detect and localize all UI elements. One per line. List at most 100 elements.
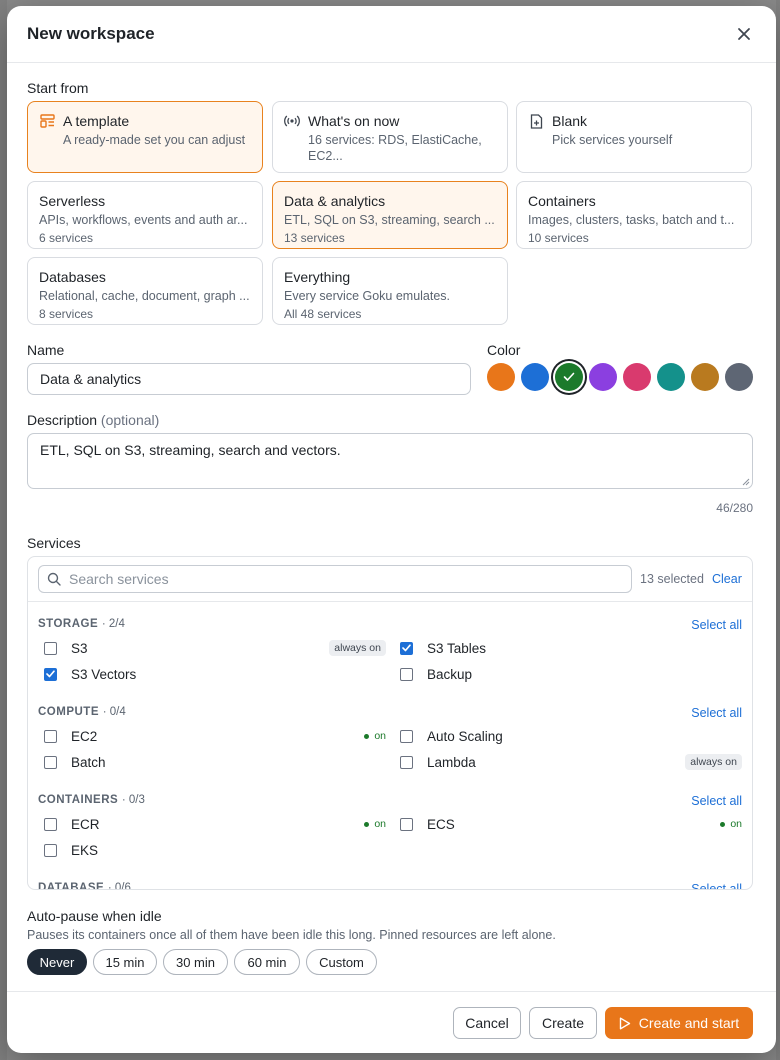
card-whats-on-now[interactable]: What's on now 16 services: RDS, ElastiCa… [272, 101, 508, 173]
check-icon [402, 644, 411, 652]
card-everything-count: All 48 services [284, 307, 362, 321]
card-template-desc: A ready-made set you can adjust [63, 133, 246, 147]
service-name: Auto Scaling [427, 728, 503, 744]
card-data-analytics[interactable]: Data & analytics ETL, SQL on S3, streami… [272, 181, 508, 249]
select-all-link[interactable]: Select all [691, 618, 742, 632]
color-swatch[interactable] [657, 363, 685, 391]
service-name: EC2 [71, 728, 98, 744]
running-indicator-label: on [730, 818, 742, 830]
service-item[interactable]: ECR on [44, 814, 386, 834]
search-icon [47, 572, 61, 586]
service-name: S3 Tables [427, 640, 487, 656]
card-containers[interactable]: Containers Images, clusters, tasks, batc… [516, 181, 752, 249]
check-icon [563, 372, 575, 381]
broadcast-icon [284, 113, 300, 129]
card-blank[interactable]: Blank Pick services yourself [516, 101, 752, 173]
selected-count: 13 selected [640, 572, 704, 586]
auto-pause-option[interactable]: Custom [306, 949, 377, 975]
service-item[interactable]: S3 Vectors [44, 664, 386, 684]
service-item[interactable]: S3 always on [44, 638, 386, 658]
auto-pause-option[interactable]: Never [27, 949, 87, 975]
service-item[interactable]: S3 Tables [400, 638, 742, 658]
status-dot-icon [364, 733, 370, 739]
service-group-heading: COMPUTE · 0/4 [38, 706, 126, 718]
auto-pause-title: Auto-pause when idle [27, 908, 162, 924]
card-serverless-title: Serverless [39, 193, 106, 209]
color-swatch[interactable] [521, 363, 549, 391]
status-dot-icon [720, 821, 726, 827]
auto-pause-option[interactable]: 15 min [93, 949, 157, 975]
auto-pause-option[interactable]: 60 min [234, 949, 300, 975]
template-icon [39, 113, 55, 129]
color-swatch[interactable] [589, 363, 617, 391]
card-containers-desc: Images, clusters, tasks, batch and t... [528, 213, 735, 227]
card-template-title: A template [63, 113, 130, 129]
name-input-value: Data & analytics [40, 371, 142, 387]
card-databases-title: Databases [39, 269, 106, 285]
service-item[interactable]: EC2 on [44, 726, 386, 746]
select-all-link[interactable]: Select all [691, 794, 742, 808]
card-serverless[interactable]: Serverless APIs, workflows, events and a… [27, 181, 263, 249]
service-item[interactable]: EKS [44, 840, 386, 860]
color-swatch[interactable] [487, 363, 515, 391]
service-checkbox[interactable] [44, 729, 57, 743]
card-databases-count: 8 services [39, 307, 94, 321]
color-swatch[interactable] [555, 363, 583, 391]
service-group-heading: STORAGE · 2/4 [38, 618, 125, 630]
description-char-count: 46/280 [716, 501, 753, 515]
service-checkbox[interactable] [44, 843, 57, 857]
card-data-analytics-count: 13 services [284, 231, 345, 245]
color-swatch[interactable] [623, 363, 651, 391]
service-name: S3 Vectors [71, 666, 137, 682]
dialog-footer: Cancel Create Create and start [7, 991, 776, 1053]
service-group-name: STORAGE [38, 618, 99, 630]
name-input[interactable]: Data & analytics [27, 363, 471, 395]
close-button[interactable] [732, 22, 756, 46]
service-checkbox[interactable] [44, 755, 57, 769]
service-checkbox[interactable] [400, 817, 413, 831]
card-template[interactable]: A template A ready-made set you can adju… [27, 101, 263, 173]
service-checkbox[interactable] [44, 667, 57, 681]
service-checkbox[interactable] [44, 641, 57, 655]
service-item[interactable]: Batch [44, 752, 386, 772]
running-indicator-label: on [374, 818, 386, 830]
clear-selection-link[interactable]: Clear [712, 572, 742, 586]
create-button[interactable]: Create [529, 1007, 597, 1039]
service-name: Batch [71, 754, 106, 770]
service-checkbox[interactable] [44, 817, 57, 831]
service-group-name: CONTAINERS [38, 794, 119, 806]
service-item[interactable]: ECS on [400, 814, 742, 834]
close-icon [738, 28, 750, 40]
card-data-analytics-desc: ETL, SQL on S3, streaming, search ... [284, 213, 495, 227]
description-textarea[interactable]: ETL, SQL on S3, streaming, search and ve… [27, 433, 753, 489]
card-everything[interactable]: Everything Every service Goku emulates. … [272, 257, 508, 325]
card-everything-title: Everything [284, 269, 351, 285]
description-label: Description (optional) [27, 412, 159, 428]
service-item[interactable]: Auto Scaling [400, 726, 742, 746]
create-and-start-button[interactable]: Create and start [605, 1007, 753, 1039]
cancel-button[interactable]: Cancel [453, 1007, 521, 1039]
select-all-link[interactable]: Select all [691, 882, 742, 889]
services-search-input[interactable]: Search services [38, 565, 632, 593]
service-checkbox[interactable] [400, 729, 413, 743]
service-checkbox[interactable] [400, 667, 413, 681]
select-all-link[interactable]: Select all [691, 706, 742, 720]
service-group-count: · 0/3 [121, 794, 145, 806]
service-name: Lambda [427, 754, 476, 770]
card-databases[interactable]: Databases Relational, cache, document, g… [27, 257, 263, 325]
description-optional: (optional) [100, 412, 160, 428]
auto-pause-option[interactable]: 30 min [163, 949, 228, 975]
dialog-title: New workspace [27, 24, 155, 43]
color-swatch[interactable] [725, 363, 753, 391]
resize-handle-icon[interactable] [742, 478, 750, 486]
color-swatch[interactable] [691, 363, 719, 391]
services-label: Services [27, 535, 81, 551]
card-blank-title: Blank [552, 113, 588, 129]
service-checkbox[interactable] [400, 755, 413, 769]
services-search-row: Search services 13 selected Clear [28, 557, 752, 602]
service-item[interactable]: Lambda always on [400, 752, 742, 772]
services-panel[interactable]: Search services 13 selected Clear STORAG… [27, 556, 753, 890]
new-workspace-dialog: New workspace Start from A template A re… [7, 6, 776, 1053]
service-item[interactable]: Backup [400, 664, 742, 684]
service-checkbox[interactable] [400, 641, 413, 655]
